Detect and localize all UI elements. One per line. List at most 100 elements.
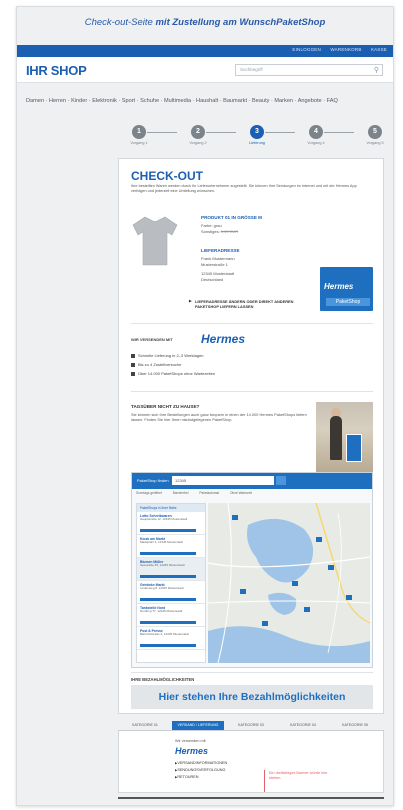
select-shop-button[interactable]: [140, 575, 196, 578]
info-tabs: KATEGORIE 01 VERSAND / LIEFERUNG KATEGOR…: [118, 719, 384, 731]
login-link[interactable]: EINLOGGEN: [292, 47, 321, 52]
filter-option[interactable]: Barrierefrei: [173, 491, 189, 495]
frame-title-bold: mit Zustellung am WunschPaketShop: [155, 17, 326, 28]
step-number: 4: [309, 125, 323, 139]
step-2[interactable]: 2 Vorgang 2: [178, 125, 218, 145]
search-icon[interactable]: ⚲: [374, 66, 379, 74]
filter-option[interactable]: Sonntags geöffnet: [136, 491, 162, 495]
shop-map[interactable]: [208, 503, 370, 663]
product-price: 0,00 EUR: [220, 229, 239, 234]
feature-text: Über 14.000 PaketShops ohne Wartezeiten: [138, 371, 216, 376]
filter-option[interactable]: Ohne Wartezeit: [230, 491, 252, 495]
change-address-link[interactable]: LIEFERADRESSE ÄNDERN ODER DIREKT ANDEREN…: [189, 299, 309, 309]
tab-panel-title: Wir versenden mit: [175, 739, 206, 743]
address-line: Frank Mustermann: [201, 256, 235, 261]
finder-label: PaketShop finden: [137, 478, 169, 483]
select-shop-button[interactable]: [140, 621, 196, 624]
shipping-tab-panel: Wir versenden mit Hermes VERSANDINFORMAT…: [118, 731, 384, 793]
shipping-with-label: WIR VERSENDEN MIT: [131, 337, 173, 342]
finder-filters: Sonntags geöffnet Barrierefrei Paketauto…: [136, 491, 370, 501]
finder-search-button[interactable]: [276, 476, 286, 485]
divider: [131, 391, 373, 392]
hermes-logo: Hermes: [175, 746, 209, 756]
tab-category-01[interactable]: KATEGORIE 01: [122, 721, 168, 730]
product-price-label: Sonstiges:: [201, 229, 221, 234]
hermes-sign-shape: [346, 434, 362, 462]
checkout-title: CHECK-OUT: [131, 169, 203, 183]
top-bar: EINLOGGEN WARENKORB KASSE: [17, 45, 393, 57]
not-home-text: Sie können sich Ihre Bestellungen auch g…: [131, 412, 307, 423]
frame-title-plain: Check-out-Seite: [84, 17, 156, 28]
category-nav[interactable]: Damen · Herren · Kinder · Elektronik · S…: [26, 97, 366, 106]
tab-category-04[interactable]: KATEGORIE 04: [280, 721, 326, 730]
step-5[interactable]: 5 Vorgang 5: [355, 125, 395, 145]
checkout-link[interactable]: KASSE: [371, 47, 387, 52]
step-3[interactable]: 3 Lieferung: [237, 125, 277, 145]
tab-shipping[interactable]: VERSAND / LIEFERUNG: [172, 721, 224, 730]
step-number: 2: [191, 125, 205, 139]
shop-address: Marktplatz 3, 12345 Musterstadt: [140, 540, 183, 544]
shop-list-item[interactable]: Lotto Schreibwaren Hauptstraße 12, 12345…: [137, 512, 205, 535]
hermes-logo: Hermes: [324, 282, 354, 291]
payment-title: IHRE BEZAHLMÖGLICHKEITEN: [131, 677, 195, 682]
site-header: IHR SHOP Suchbegriff ⚲: [17, 57, 393, 83]
shop-list: PaketShops in Ihrer Nähe Lotto Schreibwa…: [136, 503, 206, 663]
person-shape: [330, 416, 342, 460]
shop-address: Nordring 77, 12345 Musterstadt: [140, 609, 183, 613]
checkout-steps: 1 Vorgang 1 2 Vorgang 2 3 Lieferung 4 Vo…: [119, 125, 384, 155]
shop-address: Seestraße 45, 12345 Musterstadt: [140, 563, 185, 567]
bullet-icon: [131, 362, 135, 367]
shipping-info-link[interactable]: VERSANDINFORMATIONEN: [175, 761, 227, 765]
shop-list-item[interactable]: Post & Presse Bahnhofstraße 2, 12345 Mus…: [137, 627, 205, 650]
address-line: Musterstraße 1: [201, 262, 228, 267]
shop-list-item[interactable]: Getränke Markt Lindenweg 8, 12345 Muster…: [137, 581, 205, 604]
cart-link[interactable]: WARENKORB: [330, 47, 361, 52]
step-number: 5: [368, 125, 382, 139]
shop-list-header: PaketShops in Ihrer Nähe: [137, 504, 205, 512]
finder-search-bar: PaketShop finden 12345: [132, 473, 372, 489]
search-input[interactable]: Suchbegriff ⚲: [235, 64, 383, 76]
feature-text: Bis zu 4 Zustellversuche: [138, 362, 182, 367]
product-color: Farbe: grau: [201, 223, 222, 228]
bullet-icon: [131, 353, 135, 358]
filter-option[interactable]: Paketautomat: [199, 491, 219, 495]
step-label: Vorgang 4: [307, 141, 325, 145]
bullet-icon: [131, 371, 135, 376]
feature-text: Schnelle Lieferung in 2–3 Werktagen: [138, 353, 204, 358]
select-shop-button[interactable]: [140, 529, 196, 532]
frame-title: Check-out-Seite mit Zustellung am Wunsch…: [17, 17, 393, 28]
paketshop-label: PaketShop: [326, 298, 370, 306]
shop-list-item[interactable]: Kiosk am Markt Marktplatz 3, 12345 Muste…: [137, 535, 205, 558]
shop-address: Bahnhofstraße 2, 12345 Musterstadt: [140, 632, 189, 636]
footer-rule: [118, 797, 384, 799]
tracking-link[interactable]: SENDUNGSVERFOLGUNG: [175, 768, 225, 772]
hermes-logo: Hermes: [201, 332, 246, 346]
step-4[interactable]: 4 Vorgang 4: [296, 125, 336, 145]
shop-logo[interactable]: IHR SHOP: [26, 63, 87, 78]
address-line: Deutschland: [201, 277, 224, 282]
tab-category-05[interactable]: KATEGORIE 05: [332, 721, 378, 730]
step-number: 1: [132, 125, 146, 139]
tab-category-03[interactable]: KATEGORIE 03: [228, 721, 274, 730]
not-home-title: TAGSÜBER NICHT ZU HAUSE?: [131, 404, 200, 409]
zip-input[interactable]: 12345: [172, 476, 274, 485]
divider: [131, 323, 373, 324]
banner-note: Ein dreifarbiges Banner würde hier stehe…: [269, 771, 328, 780]
shop-list-item[interactable]: Blumen Müller Seestraße 45, 12345 Muster…: [137, 558, 205, 581]
address-line: 12345 Musterstadt: [201, 271, 235, 276]
feature-item: Bis zu 4 Zustellversuche: [131, 362, 181, 367]
step-1[interactable]: 1 Vorgang 1: [119, 125, 159, 145]
select-shop-button[interactable]: [140, 598, 196, 601]
step-label: Vorgang 5: [366, 141, 384, 145]
search-placeholder: Suchbegriff: [240, 67, 263, 72]
checkout-intro: Ihre bestellten Waren werden durch Ihr L…: [131, 184, 357, 193]
select-shop-button[interactable]: [140, 644, 196, 647]
returns-link[interactable]: RETOUREN: [175, 775, 198, 779]
shop-list-item[interactable]: Tankstelle Nord Nordring 77, 12345 Muste…: [137, 604, 205, 627]
step-label: Lieferung: [249, 141, 265, 145]
tshirt-image: [132, 216, 178, 266]
select-shop-button[interactable]: [140, 552, 196, 555]
hermes-paketshop-badge: Hermes PaketShop: [320, 267, 373, 311]
feature-item: Über 14.000 PaketShops ohne Wartezeiten: [131, 371, 215, 376]
feature-item: Schnelle Lieferung in 2–3 Werktagen: [131, 353, 204, 358]
